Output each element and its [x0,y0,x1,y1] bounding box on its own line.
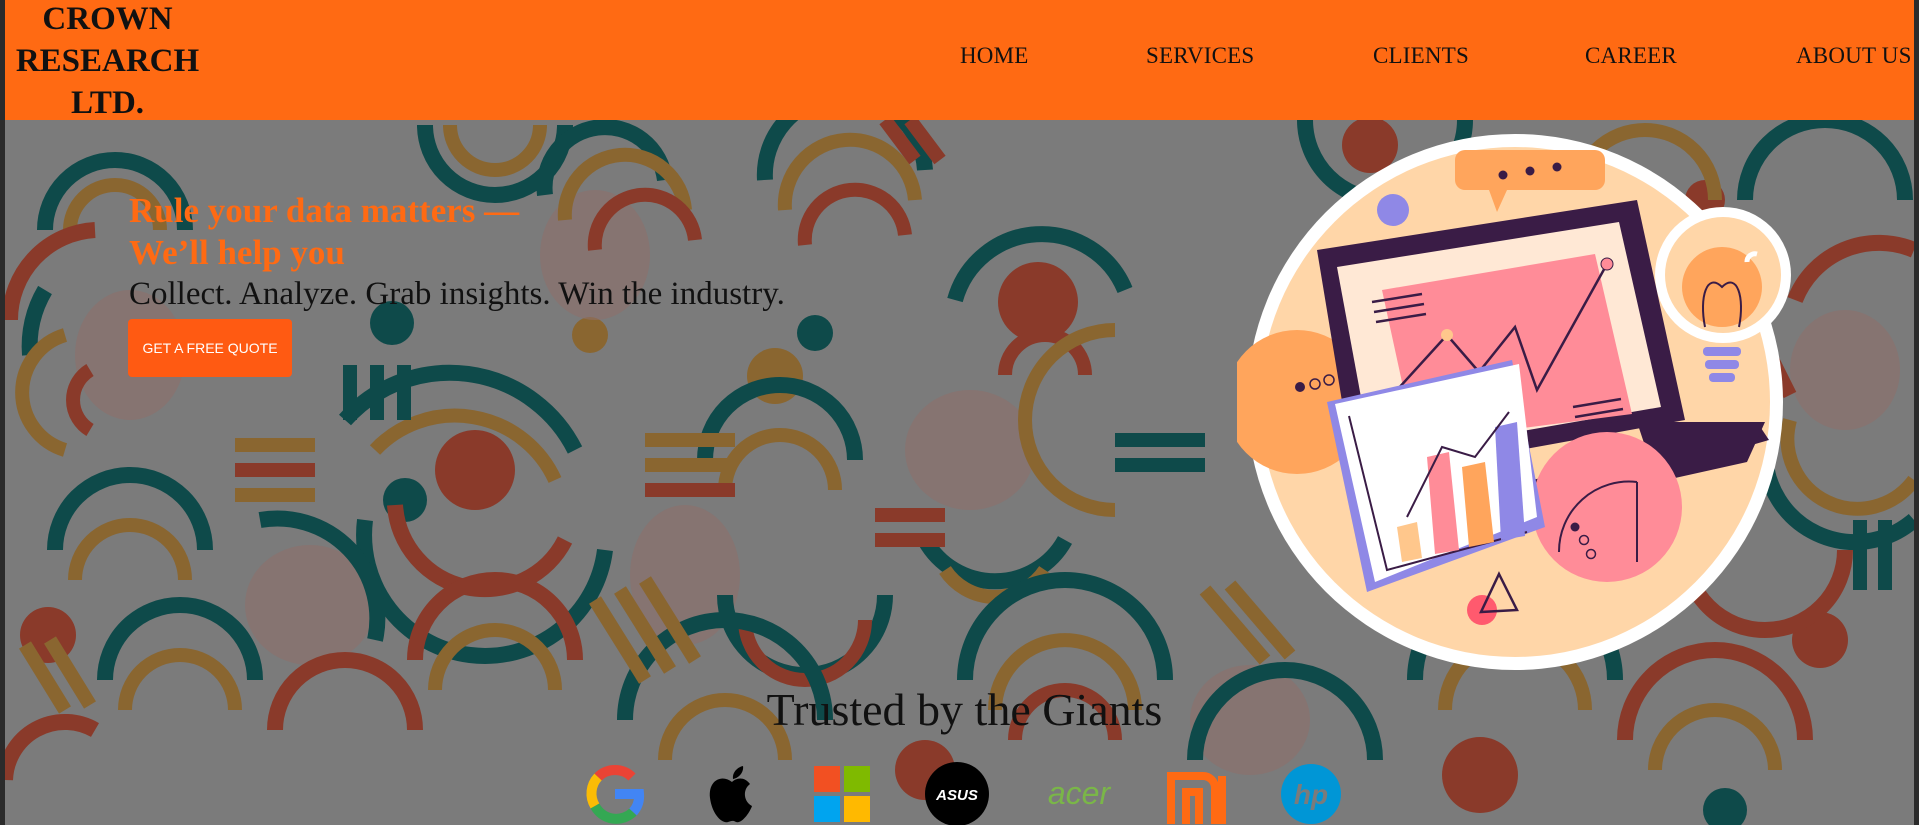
hero-subtitle: Collect. Analyze. Grab insights. Win the… [129,276,785,312]
acer-logo: acer [1048,775,1112,811]
hero-headline-line: Rule your data matters — [129,191,520,230]
site-logo[interactable]: CROWN RESEARCH LTD. [5,0,210,124]
svg-text:ASUS: ASUS [935,787,978,804]
apple-logo [709,766,752,823]
xiaomi-logo [1167,772,1226,824]
hp-logo: hp [1281,764,1341,824]
client-logos: ASUS acer hp [5,762,1914,825]
svg-text:acer: acer [1048,775,1112,811]
nav-career[interactable]: CAREER [1585,43,1677,69]
google-logo [586,764,645,824]
analytics-illustration [1237,134,1791,670]
nav-services[interactable]: SERVICES [1146,43,1254,69]
asus-logo: ASUS [925,762,989,825]
page-frame: CROWN RESEARCH LTD. HOME SERVICES CLIENT… [5,0,1914,825]
nav-home[interactable]: HOME [960,43,1029,69]
logo-line: CROWN [42,1,173,37]
nav-clients[interactable]: CLIENTS [1373,43,1469,69]
navbar: CROWN RESEARCH LTD. HOME SERVICES CLIENT… [5,0,1914,121]
trusted-heading: Trusted by the Giants [766,684,1163,735]
svg-text:hp: hp [1294,779,1328,810]
logo-line: LTD. [70,85,145,121]
microsoft-logo [814,766,870,822]
nav-about-us[interactable]: ABOUT US [1796,43,1912,69]
hero-headline: Rule your data matters — We’ll help you [129,190,519,274]
get-free-quote-button[interactable]: GET A FREE QUOTE [128,319,292,377]
hero-headline-line: We’ll help you [129,233,345,272]
logo-line: RESEARCH [15,43,200,79]
